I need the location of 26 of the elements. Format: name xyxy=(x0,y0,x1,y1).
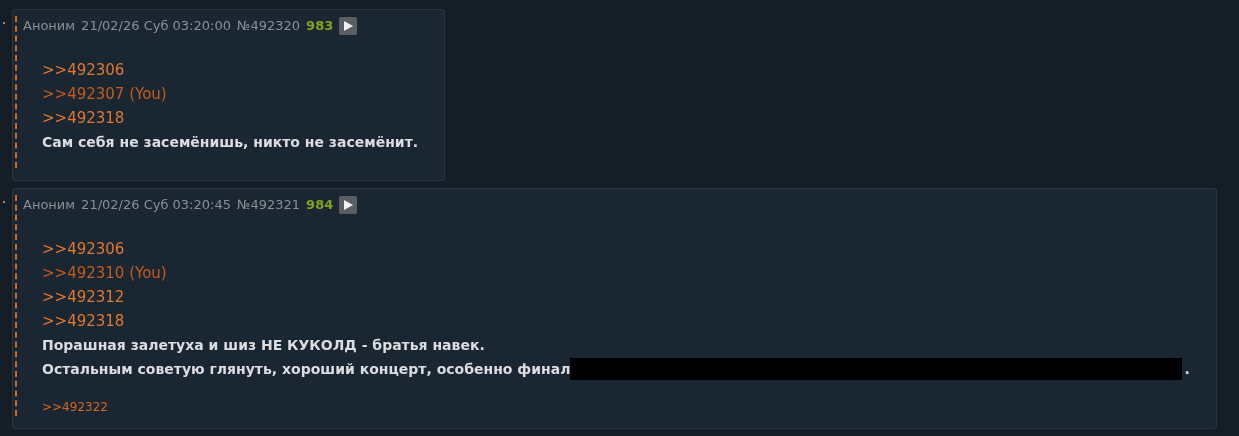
post-index: 983 xyxy=(306,17,334,36)
post-date: 21/02/26 Суб 03:20:00 xyxy=(81,17,231,36)
play-button[interactable] xyxy=(339,17,358,35)
post-text: Остальным советую глянуть, хороший концерт, особенно финал xyxy=(42,360,571,379)
post-author: Аноним xyxy=(23,196,76,215)
post-text: Порашная залетуха и шиз НЕ КУКОЛД - братья навек. xyxy=(42,336,485,355)
reply-link[interactable]: >>492318 xyxy=(42,312,125,330)
post-index: 984 xyxy=(306,196,334,215)
post-marker xyxy=(3,201,5,203)
post-date: 21/02/26 Суб 03:20:45 xyxy=(81,196,231,215)
reply-link[interactable]: >>492310 (You) xyxy=(42,264,167,282)
reply-link[interactable]: >>492312 xyxy=(42,288,125,306)
post-number[interactable]: №492321 xyxy=(236,195,301,215)
play-button[interactable] xyxy=(339,196,358,214)
post-text: . xyxy=(1184,360,1190,379)
play-icon xyxy=(343,200,353,210)
post-author: Аноним xyxy=(23,17,76,36)
post-text: Сам себя не засемёнишь, никто не засемёнит. xyxy=(42,133,419,152)
backlink[interactable]: >>492322 xyxy=(42,400,108,414)
play-icon xyxy=(343,21,353,31)
reply-link[interactable]: >>492307 (You) xyxy=(42,85,167,103)
reply-link[interactable]: >>492306 xyxy=(42,240,125,258)
post-marker xyxy=(3,22,5,24)
reply-link[interactable]: >>492318 xyxy=(42,109,125,127)
post-number[interactable]: №492320 xyxy=(236,16,301,36)
reply-link[interactable]: >>492306 xyxy=(42,61,125,79)
